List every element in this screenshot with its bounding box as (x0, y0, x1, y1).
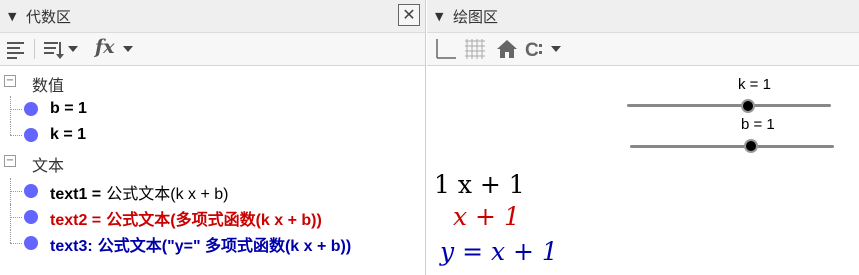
list-item-text2[interactable]: text2 = 公式文本(多项式函数(k x + b)) (0, 204, 425, 230)
graphics-titlebar: ▼ 绘图区 (427, 0, 859, 33)
list-item-text3[interactable]: text3: 公式文本("y=" 多项式函数(k x + b)) (0, 230, 425, 256)
collapse-minus-icon[interactable]: − (4, 75, 16, 87)
slider-b[interactable]: b = 1 (630, 115, 840, 155)
item-text: text2 = 公式文本(多项式函数(k x + b)) (50, 206, 322, 230)
algebra-toolbar: fx (0, 33, 425, 66)
algebra-title: 代数区 (26, 8, 72, 26)
tree-line (10, 191, 22, 192)
grid-toggle-icon[interactable] (463, 38, 487, 60)
slider-track[interactable] (627, 104, 831, 107)
slider-label: b = 1 (741, 116, 775, 133)
item-value: 公式文本(多项式函数(k x + b)) (106, 212, 322, 229)
graphics-view: ▼ 绘图区 C k = 1 b = 1 1 x + 1 x + 1 y = x … (427, 0, 859, 275)
tree-line (10, 217, 22, 218)
svg-text:C: C (525, 40, 539, 60)
algebra-tree: − 数值 b = 1 k = 1 − 文本 text1 = 公式文本(k x +… (0, 66, 425, 275)
slider-handle[interactable] (744, 139, 758, 153)
tree-line (10, 122, 11, 135)
fx-input-icon[interactable]: fx (95, 36, 141, 60)
item-name: text1 = (50, 186, 102, 203)
formula-text2[interactable]: x + 1 (453, 202, 520, 231)
point-capturing-icon[interactable]: C (525, 38, 565, 61)
sort-by-icon[interactable] (42, 38, 82, 60)
collapse-minus-icon[interactable]: − (4, 155, 16, 167)
item-text: k = 1 (50, 124, 86, 144)
category-text[interactable]: − 文本 (0, 150, 425, 176)
visibility-toggle-icon[interactable] (24, 102, 38, 116)
item-text: text1 = 公式文本(k x + b) (50, 180, 228, 204)
close-icon[interactable]: ✕ (398, 4, 420, 26)
category-numbers[interactable]: − 数值 (0, 70, 425, 96)
category-label: 文本 (32, 156, 65, 175)
slider-k[interactable]: k = 1 (627, 74, 837, 114)
slider-track[interactable] (630, 145, 834, 148)
list-item-text1[interactable]: text1 = 公式文本(k x + b) (0, 178, 425, 204)
tree-line (10, 135, 22, 136)
graphics-toolbar: C (427, 33, 859, 66)
collapse-arrow-icon[interactable]: ▼ (435, 10, 443, 23)
slider-handle[interactable] (741, 99, 755, 113)
item-value: 公式文本("y=" 多项式函数(k x + b)) (97, 238, 352, 255)
formula-text1[interactable]: 1 x + 1 (434, 170, 525, 199)
item-text: text3: 公式文本("y=" 多项式函数(k x + b)) (50, 232, 351, 256)
item-text: b = 1 (50, 98, 87, 118)
item-value: 公式文本(k x + b) (106, 186, 229, 203)
item-definition: b = 1 (50, 100, 87, 117)
graphics-title: 绘图区 (453, 8, 499, 26)
formula-text3[interactable]: y = x + 1 (440, 237, 558, 266)
list-item-k[interactable]: k = 1 (0, 122, 425, 148)
list-item-b[interactable]: b = 1 (0, 96, 425, 122)
visibility-toggle-icon[interactable] (24, 184, 38, 198)
slider-label: k = 1 (738, 76, 771, 93)
collapse-arrow-icon[interactable]: ▼ (8, 10, 16, 23)
formula-text: 1 x + 1 (434, 170, 525, 199)
item-name: text3: (50, 238, 93, 255)
tree-line (10, 243, 22, 244)
visibility-toggle-icon[interactable] (24, 210, 38, 224)
home-icon[interactable] (495, 38, 519, 60)
formula-text: x + 1 (453, 202, 520, 231)
algebra-view: ▼ 代数区 ✕ fx − 数值 b = 1 k = 1 − 文本 text1 =… (0, 0, 426, 275)
item-definition: k = 1 (50, 126, 87, 143)
visibility-toggle-icon[interactable] (24, 236, 38, 250)
tree-line (10, 109, 22, 110)
item-name: text2 = (50, 212, 102, 229)
category-label: 数值 (32, 76, 65, 95)
auxiliary-objects-icon[interactable] (5, 38, 27, 60)
formula-text: y = x + 1 (440, 237, 558, 266)
algebra-titlebar: ▼ 代数区 ✕ (0, 0, 425, 33)
visibility-toggle-icon[interactable] (24, 128, 38, 142)
tree-line (10, 230, 11, 243)
toolbar-divider (34, 39, 35, 59)
axes-toggle-icon[interactable] (433, 38, 457, 60)
